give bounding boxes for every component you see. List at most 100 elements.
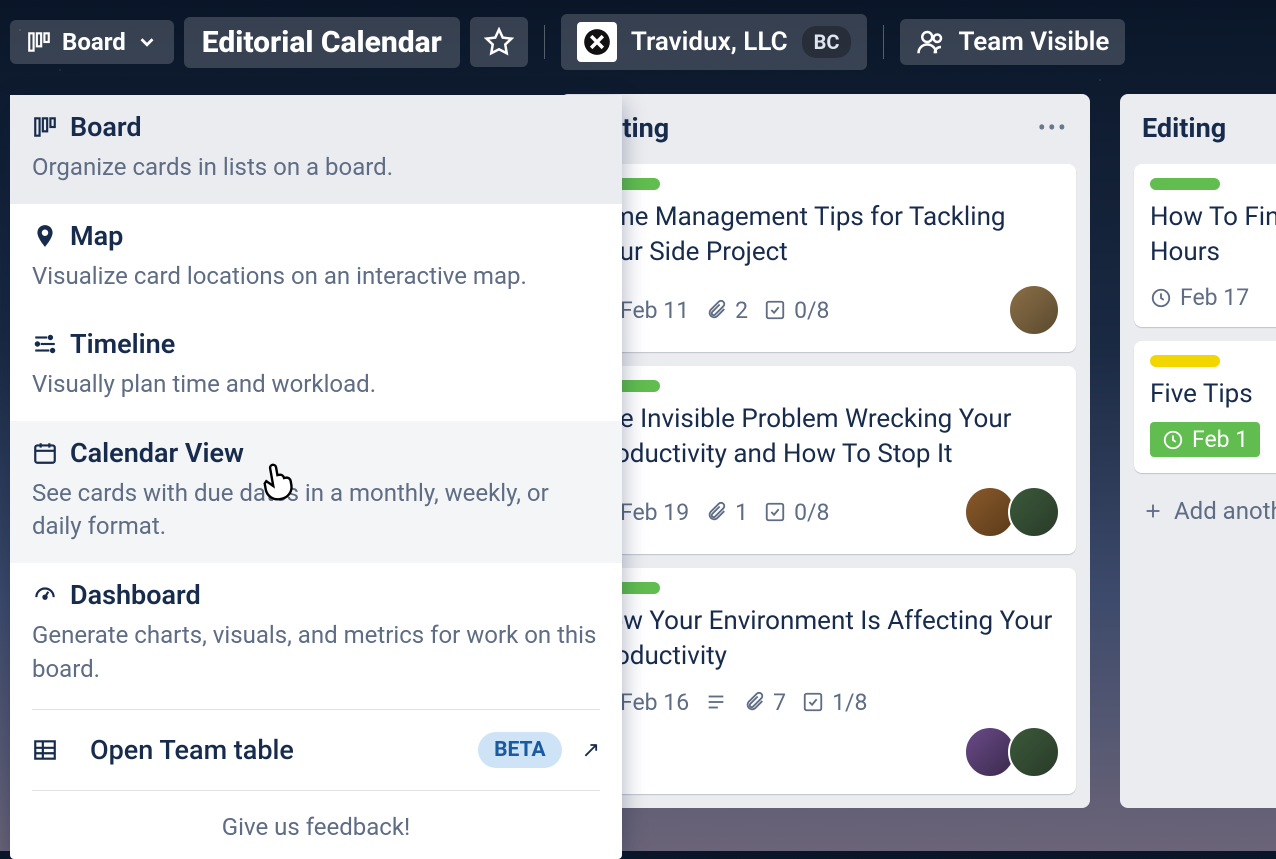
due-date-text: Feb 11 (620, 297, 689, 324)
option-desc: Organize cards in lists on a board. (32, 151, 600, 185)
card-title: How Your Environment Is Affecting Your P… (590, 604, 1060, 674)
clock-icon (1162, 429, 1184, 451)
calendar-icon (32, 440, 58, 466)
card-title: The Invisible Problem Wrecking Your Prod… (590, 402, 1060, 472)
list-editing: Editing How To Find More Hours Feb 17 Fi… (1120, 94, 1276, 808)
team-plan-badge: BC (802, 26, 852, 58)
avatar[interactable] (1008, 284, 1060, 336)
attachment-icon (705, 501, 727, 523)
external-link-icon: ↗ (582, 738, 600, 763)
team-button[interactable]: Travidux, LLC BC (561, 14, 868, 70)
card-badges: Feb 16 7 1/8 (590, 689, 1060, 716)
option-desc: See cards with due dates in a monthly, w… (32, 477, 600, 544)
card-badges: Feb 19 1 0/8 (590, 486, 1060, 538)
view-switcher-label: Board (62, 28, 126, 56)
card[interactable]: Five Tips Feb 1 (1134, 341, 1276, 473)
team-name: Travidux, LLC (631, 27, 788, 57)
option-desc: Visualize card locations on an interacti… (32, 260, 600, 294)
card-badges: Feb 17 (1150, 284, 1276, 311)
checklist-text: 1/8 (832, 689, 867, 716)
dashboard-icon (32, 582, 58, 608)
board-header: Board Editorial Calendar Travidux, LLC B… (0, 0, 1276, 84)
option-desc: Visually plan time and workload. (32, 368, 600, 402)
list-menu-button[interactable]: ••• (1038, 114, 1068, 142)
option-title: Calendar View (70, 437, 244, 469)
due-date-text: Feb 16 (620, 689, 689, 716)
due-date-badge-complete: Feb 1 (1150, 422, 1260, 457)
option-title: Dashboard (70, 579, 201, 611)
team-table-label: Open Team table (90, 734, 458, 766)
dropdown-separator (32, 790, 600, 791)
location-icon (32, 223, 58, 249)
avatar[interactable] (1008, 486, 1060, 538)
due-date-badge: Feb 17 (1150, 284, 1249, 311)
board-title[interactable]: Editorial Calendar (184, 17, 460, 68)
view-option-board[interactable]: Board Organize cards in lists on a board… (10, 95, 622, 204)
card-members (1016, 284, 1060, 336)
view-switcher-button[interactable]: Board (10, 20, 174, 64)
view-option-calendar[interactable]: Calendar View See cards with due dates i… (10, 421, 622, 563)
card-members (972, 726, 1060, 778)
attachment-icon (705, 299, 727, 321)
option-desc: Generate charts, visuals, and metrics fo… (32, 619, 600, 686)
view-switcher-dropdown: Board Organize cards in lists on a board… (10, 95, 622, 859)
board-icon (26, 29, 52, 55)
attachments-badge: 7 (743, 689, 786, 716)
card-badges: Feb 1 (1150, 422, 1276, 457)
view-option-map[interactable]: Map Visualize card locations on an inter… (10, 204, 622, 313)
attachments-badge: 2 (705, 297, 748, 324)
avatar[interactable] (1008, 726, 1060, 778)
star-button[interactable] (470, 17, 528, 67)
option-title: Map (70, 220, 123, 252)
beta-badge: BETA (478, 732, 561, 768)
table-icon (32, 737, 58, 763)
star-icon (484, 27, 514, 57)
plus-icon (1142, 500, 1164, 522)
due-date-text: Feb 1 (1192, 426, 1248, 453)
attachments-count: 2 (735, 297, 748, 324)
checklist-badge: 1/8 (802, 689, 867, 716)
add-card-button[interactable]: Add another card (1134, 487, 1276, 535)
label-yellow[interactable] (1150, 355, 1220, 367)
card-title: Five Tips (1150, 377, 1276, 412)
team-logo (577, 22, 617, 62)
attachments-count: 7 (773, 689, 786, 716)
feedback-link[interactable]: Give us feedback! (10, 795, 622, 859)
due-date-text: Feb 19 (620, 499, 689, 526)
visibility-button[interactable]: Team Visible (900, 19, 1125, 65)
card-title: Time Management Tips for Tackling Your S… (590, 200, 1060, 270)
card-members (972, 486, 1060, 538)
label-green[interactable] (1150, 178, 1220, 190)
description-badge (705, 691, 727, 713)
board-title-text: Editorial Calendar (202, 25, 442, 60)
option-title: Board (70, 111, 142, 143)
description-icon (705, 691, 727, 713)
view-option-timeline[interactable]: Timeline Visually plan time and workload… (10, 312, 622, 421)
card[interactable]: Time Management Tips for Tackling Your S… (574, 164, 1076, 352)
list-header: Writing ••• (574, 108, 1076, 150)
checklist-icon (764, 299, 786, 321)
card[interactable]: How Your Environment Is Affecting Your P… (574, 568, 1076, 793)
checklist-badge: 0/8 (764, 499, 829, 526)
header-divider (544, 25, 545, 59)
checklist-text: 0/8 (794, 297, 829, 324)
card-title: How To Find More Hours (1150, 200, 1276, 270)
checklist-badge: 0/8 (764, 297, 829, 324)
attachment-icon (743, 691, 765, 713)
team-table-option[interactable]: Open Team table BETA ↗ (10, 714, 622, 786)
card[interactable]: How To Find More Hours Feb 17 (1134, 164, 1276, 327)
chevron-down-icon (136, 31, 158, 53)
team-icon (916, 27, 946, 57)
checklist-icon (764, 501, 786, 523)
list-writing: Writing ••• Time Management Tips for Tac… (560, 94, 1090, 808)
card-badges: Feb 11 2 0/8 (590, 284, 1060, 336)
due-date-text: Feb 17 (1180, 284, 1249, 311)
list-title[interactable]: Editing (1142, 112, 1226, 144)
visibility-label: Team Visible (958, 27, 1109, 57)
checklist-text: 0/8 (794, 499, 829, 526)
attachments-count: 1 (735, 499, 748, 526)
clock-icon (1150, 287, 1172, 309)
card[interactable]: The Invisible Problem Wrecking Your Prod… (574, 366, 1076, 554)
attachments-badge: 1 (705, 499, 748, 526)
view-option-dashboard[interactable]: Dashboard Generate charts, visuals, and … (10, 563, 622, 705)
